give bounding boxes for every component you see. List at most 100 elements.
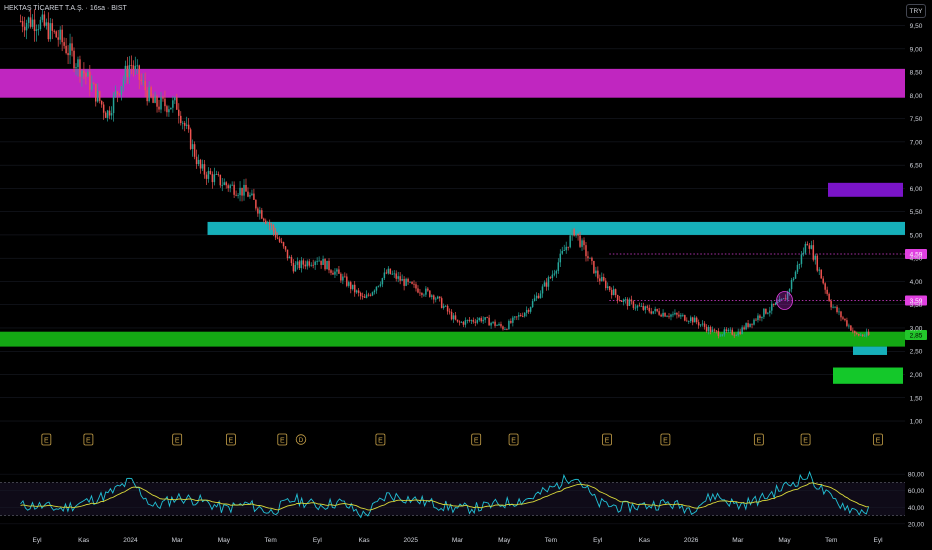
candle-body — [771, 303, 773, 311]
candle-body — [709, 327, 712, 333]
candle-body — [753, 319, 755, 325]
candle-body — [229, 185, 231, 189]
earnings-event-label: E — [803, 438, 808, 445]
time-axis: Eyl Kas 2024 Mar May Tem Eyl Kas 2025 Mar May Tem Ey… — [32, 537, 883, 544]
candle-body — [71, 43, 73, 51]
candle-body — [63, 42, 65, 46]
candle-body — [686, 320, 688, 322]
time-tick-label: Kas — [639, 537, 651, 544]
candle-body — [413, 283, 415, 285]
time-tick-label: Mar — [172, 537, 184, 544]
candle-body — [433, 295, 435, 300]
candle-body — [191, 144, 194, 149]
candle-body — [102, 104, 105, 113]
candle-body — [559, 253, 562, 263]
candle-body — [355, 290, 358, 293]
time-tick-label: May — [218, 537, 231, 544]
time-tick-label: Eyl — [313, 537, 323, 544]
candle-body — [276, 237, 279, 239]
candle-body — [421, 293, 423, 295]
earnings-event-label: E — [378, 438, 383, 445]
candle-body — [747, 323, 749, 327]
candle-body — [553, 273, 556, 275]
candle-body — [792, 278, 795, 281]
candle-body — [140, 79, 142, 82]
candle-body — [826, 289, 828, 294]
candle-body — [178, 109, 180, 116]
candle-body — [148, 87, 150, 102]
candle-body — [346, 276, 348, 286]
earnings-event-label: E — [229, 438, 234, 445]
candle-body — [45, 22, 48, 26]
candle-body — [81, 70, 83, 77]
candle-body — [573, 229, 575, 236]
candle-body — [569, 235, 571, 248]
price-tick-label: 5,00 — [910, 232, 923, 239]
candle-body — [721, 334, 724, 336]
candle-body — [533, 298, 536, 302]
candle-body — [504, 329, 506, 330]
candle-body — [132, 65, 135, 70]
candle-body — [612, 289, 615, 296]
candle-body — [241, 187, 243, 196]
candle-body — [344, 276, 346, 278]
candle-body — [292, 263, 295, 272]
candle-body — [816, 255, 819, 271]
candle-body — [144, 80, 146, 91]
candle-body — [237, 195, 239, 196]
level-price-label: 2,85 — [910, 332, 923, 339]
candle-body — [387, 268, 390, 274]
candle-body — [850, 325, 852, 331]
candle-body — [438, 296, 441, 299]
candle-body — [118, 93, 121, 95]
candle-body — [223, 182, 225, 185]
candle-body — [490, 322, 492, 326]
candle-body — [29, 17, 32, 27]
candle-body — [154, 96, 156, 103]
candle-body — [310, 264, 312, 266]
candle-body — [225, 182, 227, 186]
candle-body — [450, 311, 453, 320]
candle-body — [207, 170, 210, 179]
candle-body — [294, 264, 297, 272]
candle-body — [634, 307, 637, 309]
candle-body — [189, 129, 192, 149]
candle-body — [701, 323, 704, 325]
price-tick-label: 5,50 — [910, 209, 923, 216]
candle-body — [296, 261, 299, 265]
candle-body — [670, 314, 672, 317]
candle-body — [342, 276, 344, 281]
price-chart[interactable]: 4,593,592,85 E E E E E E E E E E E E E D 9,50 9,00 8,50… — [0, 0, 932, 550]
candle-body — [486, 317, 488, 319]
candle-body — [563, 250, 565, 252]
candle-body — [640, 305, 643, 307]
candle-body — [411, 281, 413, 284]
candle-body — [743, 327, 745, 330]
candle-body — [181, 122, 184, 124]
candle-body — [314, 261, 316, 265]
candle-body — [278, 238, 281, 242]
candle-body — [662, 312, 664, 317]
candle-body — [842, 317, 844, 319]
currency-button[interactable]: TRY — [906, 4, 926, 18]
zone-box — [207, 221, 905, 235]
candle-body — [253, 193, 255, 200]
candle-body — [124, 65, 127, 80]
candle-body — [213, 174, 216, 183]
candle-body — [656, 308, 658, 312]
candle-body — [425, 288, 427, 295]
candle-body — [361, 296, 364, 297]
candle-body — [142, 80, 144, 82]
candle-body — [43, 14, 46, 26]
candle-body — [474, 321, 477, 323]
candle-body — [249, 195, 251, 197]
candle-body — [37, 29, 40, 30]
candle-body — [150, 87, 152, 97]
candle-body — [688, 321, 690, 322]
candle-body — [67, 53, 69, 56]
candle-body — [19, 20, 22, 22]
candle-body — [775, 302, 777, 305]
candle-body — [134, 65, 137, 70]
candle-body — [650, 311, 652, 314]
candle-body — [834, 306, 836, 308]
